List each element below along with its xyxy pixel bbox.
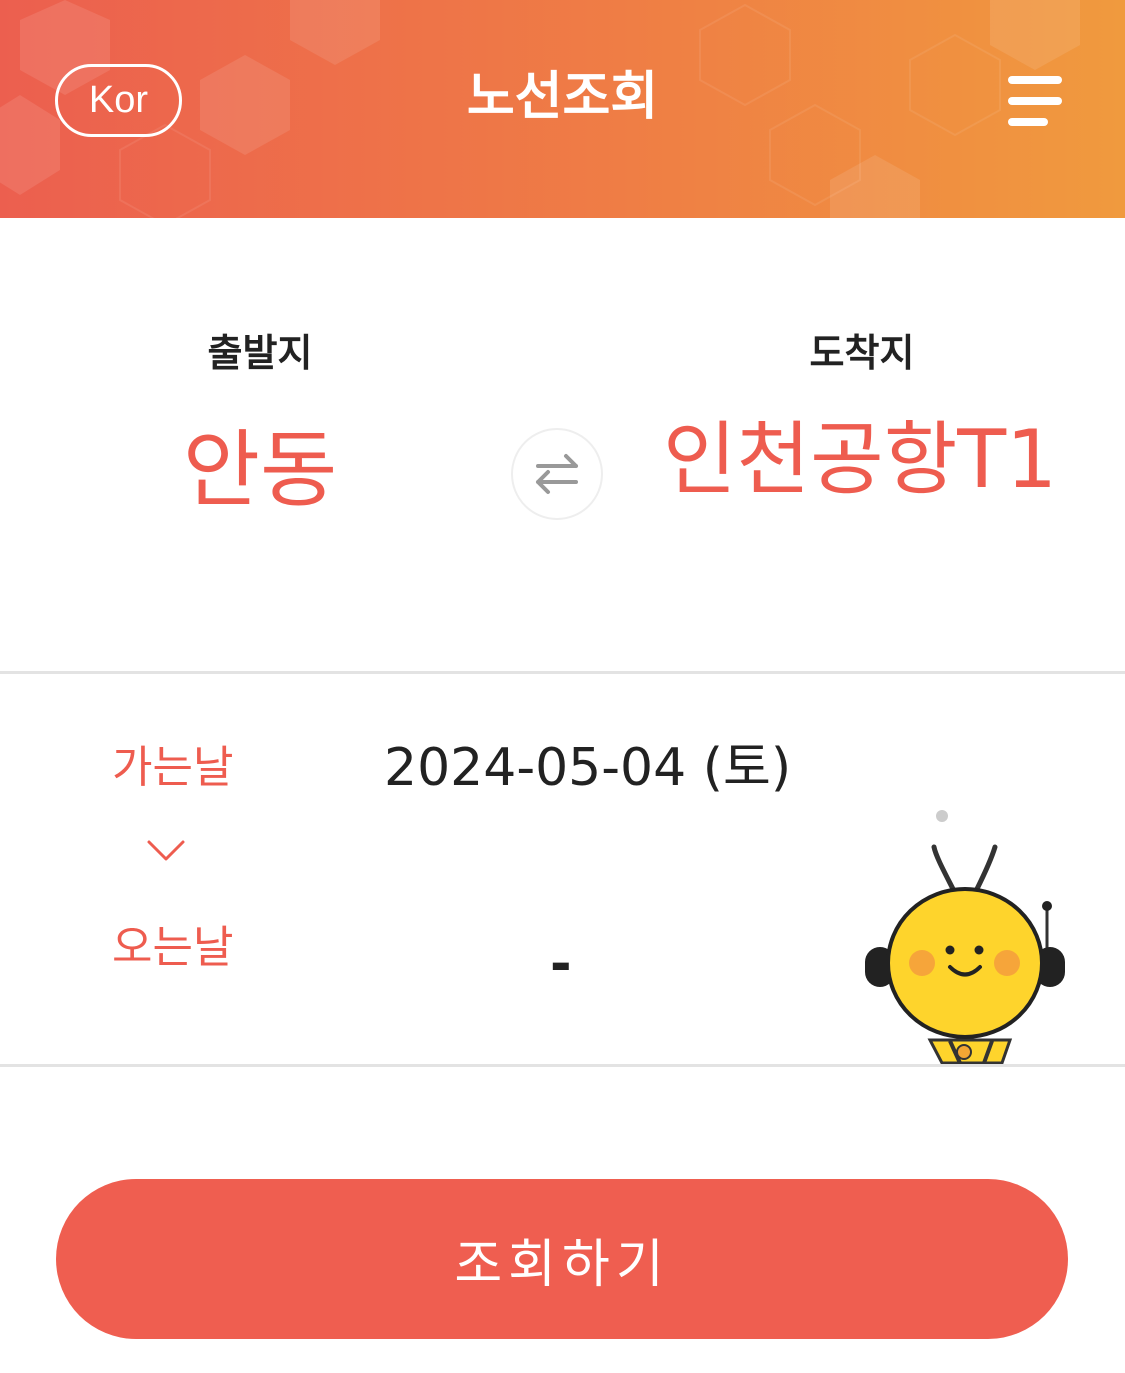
arrival-station[interactable]: 인천공항T1 xyxy=(645,410,1075,510)
departure-date-label: 가는날 xyxy=(112,742,234,793)
hamburger-menu-icon[interactable] xyxy=(1000,72,1070,132)
section-divider xyxy=(0,671,1125,674)
departure-label: 출발지 xyxy=(207,331,313,375)
search-button[interactable]: 조회하기 xyxy=(56,1179,1068,1339)
arrival-label: 도착지 xyxy=(809,331,915,375)
bee-mascot-icon xyxy=(865,810,1065,1065)
return-date-value[interactable]: - xyxy=(550,932,572,996)
return-date-label: 오는날 xyxy=(112,922,234,973)
chevron-down-icon xyxy=(147,840,185,861)
page-title: 노선조회 xyxy=(466,67,659,127)
app-header: Kor 노선조회 xyxy=(0,0,1125,218)
swap-arrows-icon xyxy=(536,454,578,494)
swap-button[interactable] xyxy=(511,428,603,520)
departure-date-value[interactable]: 2024-05-04 (토) xyxy=(384,736,791,800)
departure-station[interactable]: 안동 xyxy=(110,420,410,520)
section-divider-bottom xyxy=(0,1064,1125,1067)
